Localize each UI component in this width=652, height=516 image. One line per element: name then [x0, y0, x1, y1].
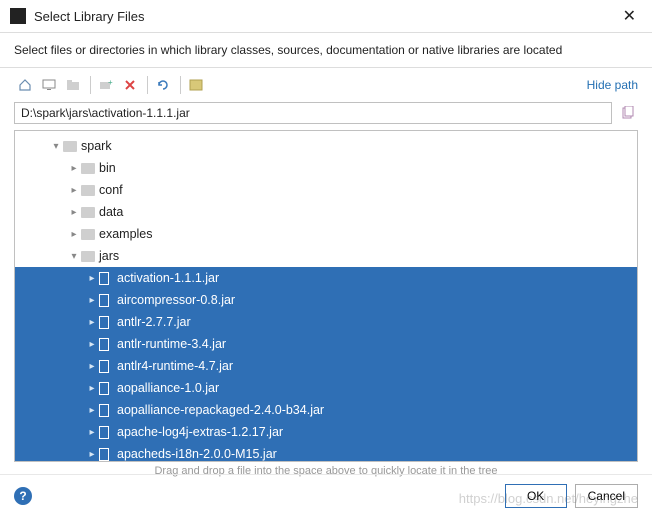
chevron-icon[interactable]: ▸	[85, 317, 99, 328]
path-row	[0, 102, 652, 130]
new-folder-icon[interactable]: +	[95, 74, 117, 96]
jar-icon	[99, 404, 113, 417]
tree-item-label: aopalliance-1.0.jar	[117, 381, 219, 395]
chevron-icon[interactable]: ▸	[85, 383, 99, 394]
folder-icon	[81, 207, 95, 218]
folder-conf[interactable]: ▸ conf	[15, 179, 637, 201]
chevron-icon[interactable]: ▸	[85, 273, 99, 284]
jar-file[interactable]: ▸ apache-log4j-extras-1.2.17.jar	[15, 421, 637, 443]
footer: ? OK Cancel	[0, 474, 652, 516]
description-text: Select files or directories in which lib…	[0, 33, 652, 68]
tree-item-label: conf	[99, 183, 123, 197]
jar-icon	[99, 272, 113, 285]
folder-data[interactable]: ▸ data	[15, 201, 637, 223]
jar-icon	[99, 316, 113, 329]
tree-item-label: antlr-2.7.7.jar	[117, 315, 191, 329]
show-hidden-icon[interactable]	[185, 74, 207, 96]
folder-icon	[81, 185, 95, 196]
close-icon[interactable]: ✕	[617, 6, 642, 26]
folder-bin[interactable]: ▸ bin	[15, 157, 637, 179]
tree-item-label: examples	[99, 227, 153, 241]
chevron-icon[interactable]: ▸	[67, 207, 81, 218]
jar-icon	[99, 448, 113, 461]
chevron-icon[interactable]: ▸	[85, 339, 99, 350]
desktop-icon[interactable]	[38, 74, 60, 96]
chevron-icon[interactable]: ▸	[67, 185, 81, 196]
tree-item-label: data	[99, 205, 123, 219]
file-tree[interactable]: ▾spark▸bin▸conf▸data▸examples▾jars▸activ…	[14, 130, 638, 462]
folder-icon	[81, 163, 95, 174]
jar-file[interactable]: ▸ aircompressor-0.8.jar	[15, 289, 637, 311]
chevron-icon[interactable]: ▾	[49, 141, 63, 152]
chevron-icon[interactable]: ▸	[85, 427, 99, 438]
history-icon[interactable]	[618, 103, 638, 123]
jar-file[interactable]: ▸ activation-1.1.1.jar	[15, 267, 637, 289]
project-icon[interactable]	[62, 74, 84, 96]
folder-icon	[63, 141, 77, 152]
tree-item-label: activation-1.1.1.jar	[117, 271, 219, 285]
refresh-icon[interactable]	[152, 74, 174, 96]
tree-item-label: jars	[99, 249, 119, 263]
chevron-icon[interactable]: ▸	[85, 361, 99, 372]
tree-item-label: apache-log4j-extras-1.2.17.jar	[117, 425, 283, 439]
chevron-icon[interactable]: ▾	[67, 251, 81, 262]
chevron-icon[interactable]: ▸	[85, 449, 99, 460]
separator	[180, 76, 181, 94]
folder-jars[interactable]: ▾ jars	[15, 245, 637, 267]
cancel-button[interactable]: Cancel	[575, 484, 638, 508]
jar-file[interactable]: ▸ aopalliance-1.0.jar	[15, 377, 637, 399]
title-bar: Select Library Files ✕	[0, 0, 652, 33]
jar-file[interactable]: ▸ antlr-2.7.7.jar	[15, 311, 637, 333]
toolbar: + Hide path	[0, 68, 652, 102]
separator	[90, 76, 91, 94]
jar-file[interactable]: ▸ antlr-runtime-3.4.jar	[15, 333, 637, 355]
tree-item-label: aopalliance-repackaged-2.4.0-b34.jar	[117, 403, 324, 417]
jar-icon	[99, 360, 113, 373]
tree-item-label: antlr-runtime-3.4.jar	[117, 337, 226, 351]
separator	[147, 76, 148, 94]
home-icon[interactable]	[14, 74, 36, 96]
tree-item-label: spark	[81, 139, 112, 153]
jar-icon	[99, 294, 113, 307]
chevron-icon[interactable]: ▸	[67, 229, 81, 240]
tree-item-label: antlr4-runtime-4.7.jar	[117, 359, 233, 373]
hide-path-link[interactable]: Hide path	[587, 78, 638, 92]
help-icon[interactable]: ?	[14, 487, 32, 505]
chevron-icon[interactable]: ▸	[67, 163, 81, 174]
folder-icon	[81, 229, 95, 240]
tree-item-label: apacheds-i18n-2.0.0-M15.jar	[117, 447, 277, 461]
tree-item-label: bin	[99, 161, 116, 175]
folder-icon	[81, 251, 95, 262]
jar-file[interactable]: ▸ apacheds-i18n-2.0.0-M15.jar	[15, 443, 637, 462]
jar-file[interactable]: ▸ antlr4-runtime-4.7.jar	[15, 355, 637, 377]
folder-spark[interactable]: ▾ spark	[15, 135, 637, 157]
jar-icon	[99, 338, 113, 351]
delete-icon[interactable]	[119, 74, 141, 96]
jar-file[interactable]: ▸ aopalliance-repackaged-2.4.0-b34.jar	[15, 399, 637, 421]
tree-item-label: aircompressor-0.8.jar	[117, 293, 235, 307]
svg-text:+: +	[108, 79, 113, 87]
window-title: Select Library Files	[34, 9, 617, 24]
jar-icon	[99, 426, 113, 439]
jar-icon	[99, 382, 113, 395]
app-icon	[10, 8, 26, 24]
chevron-icon[interactable]: ▸	[85, 295, 99, 306]
folder-examples[interactable]: ▸ examples	[15, 223, 637, 245]
ok-button[interactable]: OK	[505, 484, 567, 508]
chevron-icon[interactable]: ▸	[85, 405, 99, 416]
path-input[interactable]	[14, 102, 612, 124]
